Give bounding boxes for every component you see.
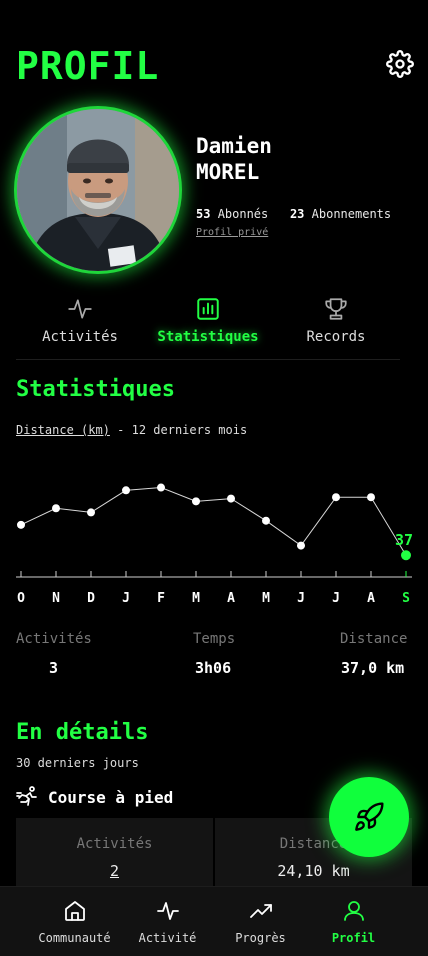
nav-progres[interactable]: Progrès (207, 887, 314, 956)
x-tick-label: J (122, 591, 130, 606)
x-tick-label: A (367, 591, 375, 606)
series-line (20, 487, 407, 556)
runner-icon (16, 786, 37, 806)
detail-label: Activités (76, 836, 153, 852)
nav-label: Profil (331, 931, 376, 945)
data-point[interactable] (192, 497, 200, 506)
metric-selector[interactable]: Distance (km) (16, 423, 110, 437)
stats-title: Statistiques (16, 377, 175, 402)
detail-value-link[interactable]: 2 (16, 862, 213, 880)
nav-communaute[interactable]: Communauté (21, 887, 128, 956)
summary-distance-label: Distance (340, 631, 408, 647)
data-point[interactable] (332, 493, 340, 502)
tab-records[interactable]: Records (272, 296, 400, 345)
details-title: En détails (16, 720, 149, 745)
nav-label: Progrès (235, 931, 286, 945)
trending-up-icon (249, 904, 272, 918)
start-activity-button[interactable] (329, 777, 409, 857)
last-name: MOREL (196, 160, 260, 184)
x-tick-label: J (332, 591, 340, 606)
avatar[interactable] (14, 106, 182, 274)
data-point[interactable] (17, 520, 25, 529)
rocket-icon (355, 802, 384, 831)
distance-line-chart: O N D J F M A M J J A S 37 (16, 483, 413, 606)
nav-activite[interactable]: Activité (114, 887, 221, 956)
first-name: Damien (196, 134, 272, 158)
data-point[interactable] (262, 516, 270, 525)
nav-label: Activité (138, 931, 197, 945)
details-period: 30 derniers jours (16, 756, 139, 770)
x-tick-label: O (17, 591, 25, 606)
x-tick-label: D (87, 591, 95, 606)
privacy-status: Profil privé (196, 227, 269, 238)
sport-name: Course à pied (48, 788, 174, 807)
profile-tabs: Activités Statistiques Records (16, 296, 400, 360)
x-tick-label: F (157, 591, 165, 606)
data-point[interactable] (401, 550, 411, 561)
data-point[interactable] (297, 541, 305, 550)
tab-statistiques[interactable]: Statistiques (144, 296, 272, 345)
x-tick-label: A (227, 591, 235, 606)
nav-profil[interactable]: Profil (300, 887, 407, 956)
data-point[interactable] (367, 493, 375, 502)
summary-distance-value: 37,0 km (341, 659, 405, 677)
page-title: PROFIL (16, 44, 160, 88)
activity-pulse-icon (68, 299, 92, 319)
data-point[interactable] (122, 486, 130, 495)
data-point[interactable] (157, 483, 165, 492)
data-point[interactable] (87, 508, 95, 517)
summary-temps-value: 3h06 (195, 659, 232, 677)
x-tick-label: M (192, 591, 200, 606)
chart-subtitle: Distance (km) - 12 derniers mois (16, 423, 247, 437)
summary-temps-label: Temps (193, 631, 236, 647)
data-point[interactable] (52, 504, 60, 513)
profile-name: Damien MOREL (196, 133, 272, 185)
home-icon (64, 901, 85, 921)
x-tick-label: J (297, 591, 305, 606)
following-count[interactable]: 23 (290, 207, 304, 221)
follow-stats: 53 Abonnés 23 Abonnements (196, 207, 391, 221)
highlight-value-label: 37 (395, 531, 413, 549)
x-tick-label: S (402, 591, 410, 606)
period-label: - 12 derniers mois (117, 423, 248, 437)
bar-chart-icon (197, 298, 219, 320)
tab-label: Activités (42, 329, 118, 345)
detail-value: 24,10 km (277, 862, 350, 880)
trophy-icon (325, 298, 347, 320)
summary-activites-value: 3 (49, 659, 59, 677)
tab-activites[interactable]: Activités (16, 296, 144, 345)
activity-pulse-icon (156, 902, 179, 920)
tab-label: Records (306, 329, 366, 345)
summary-activites-label: Activités (16, 631, 92, 647)
following-label[interactable]: Abonnements (312, 207, 391, 221)
x-tick-label: M (262, 591, 270, 606)
tab-label: Statistiques (157, 329, 259, 345)
data-point[interactable] (227, 494, 235, 503)
gear-icon[interactable] (386, 50, 414, 78)
nav-label: Communauté (38, 931, 111, 945)
x-tick-label: N (52, 591, 60, 606)
followers-label[interactable]: Abonnés (218, 207, 269, 221)
bottom-nav: Communauté Activité Progrès Profil (0, 886, 428, 956)
user-icon (343, 901, 364, 921)
followers-count[interactable]: 53 (196, 207, 210, 221)
